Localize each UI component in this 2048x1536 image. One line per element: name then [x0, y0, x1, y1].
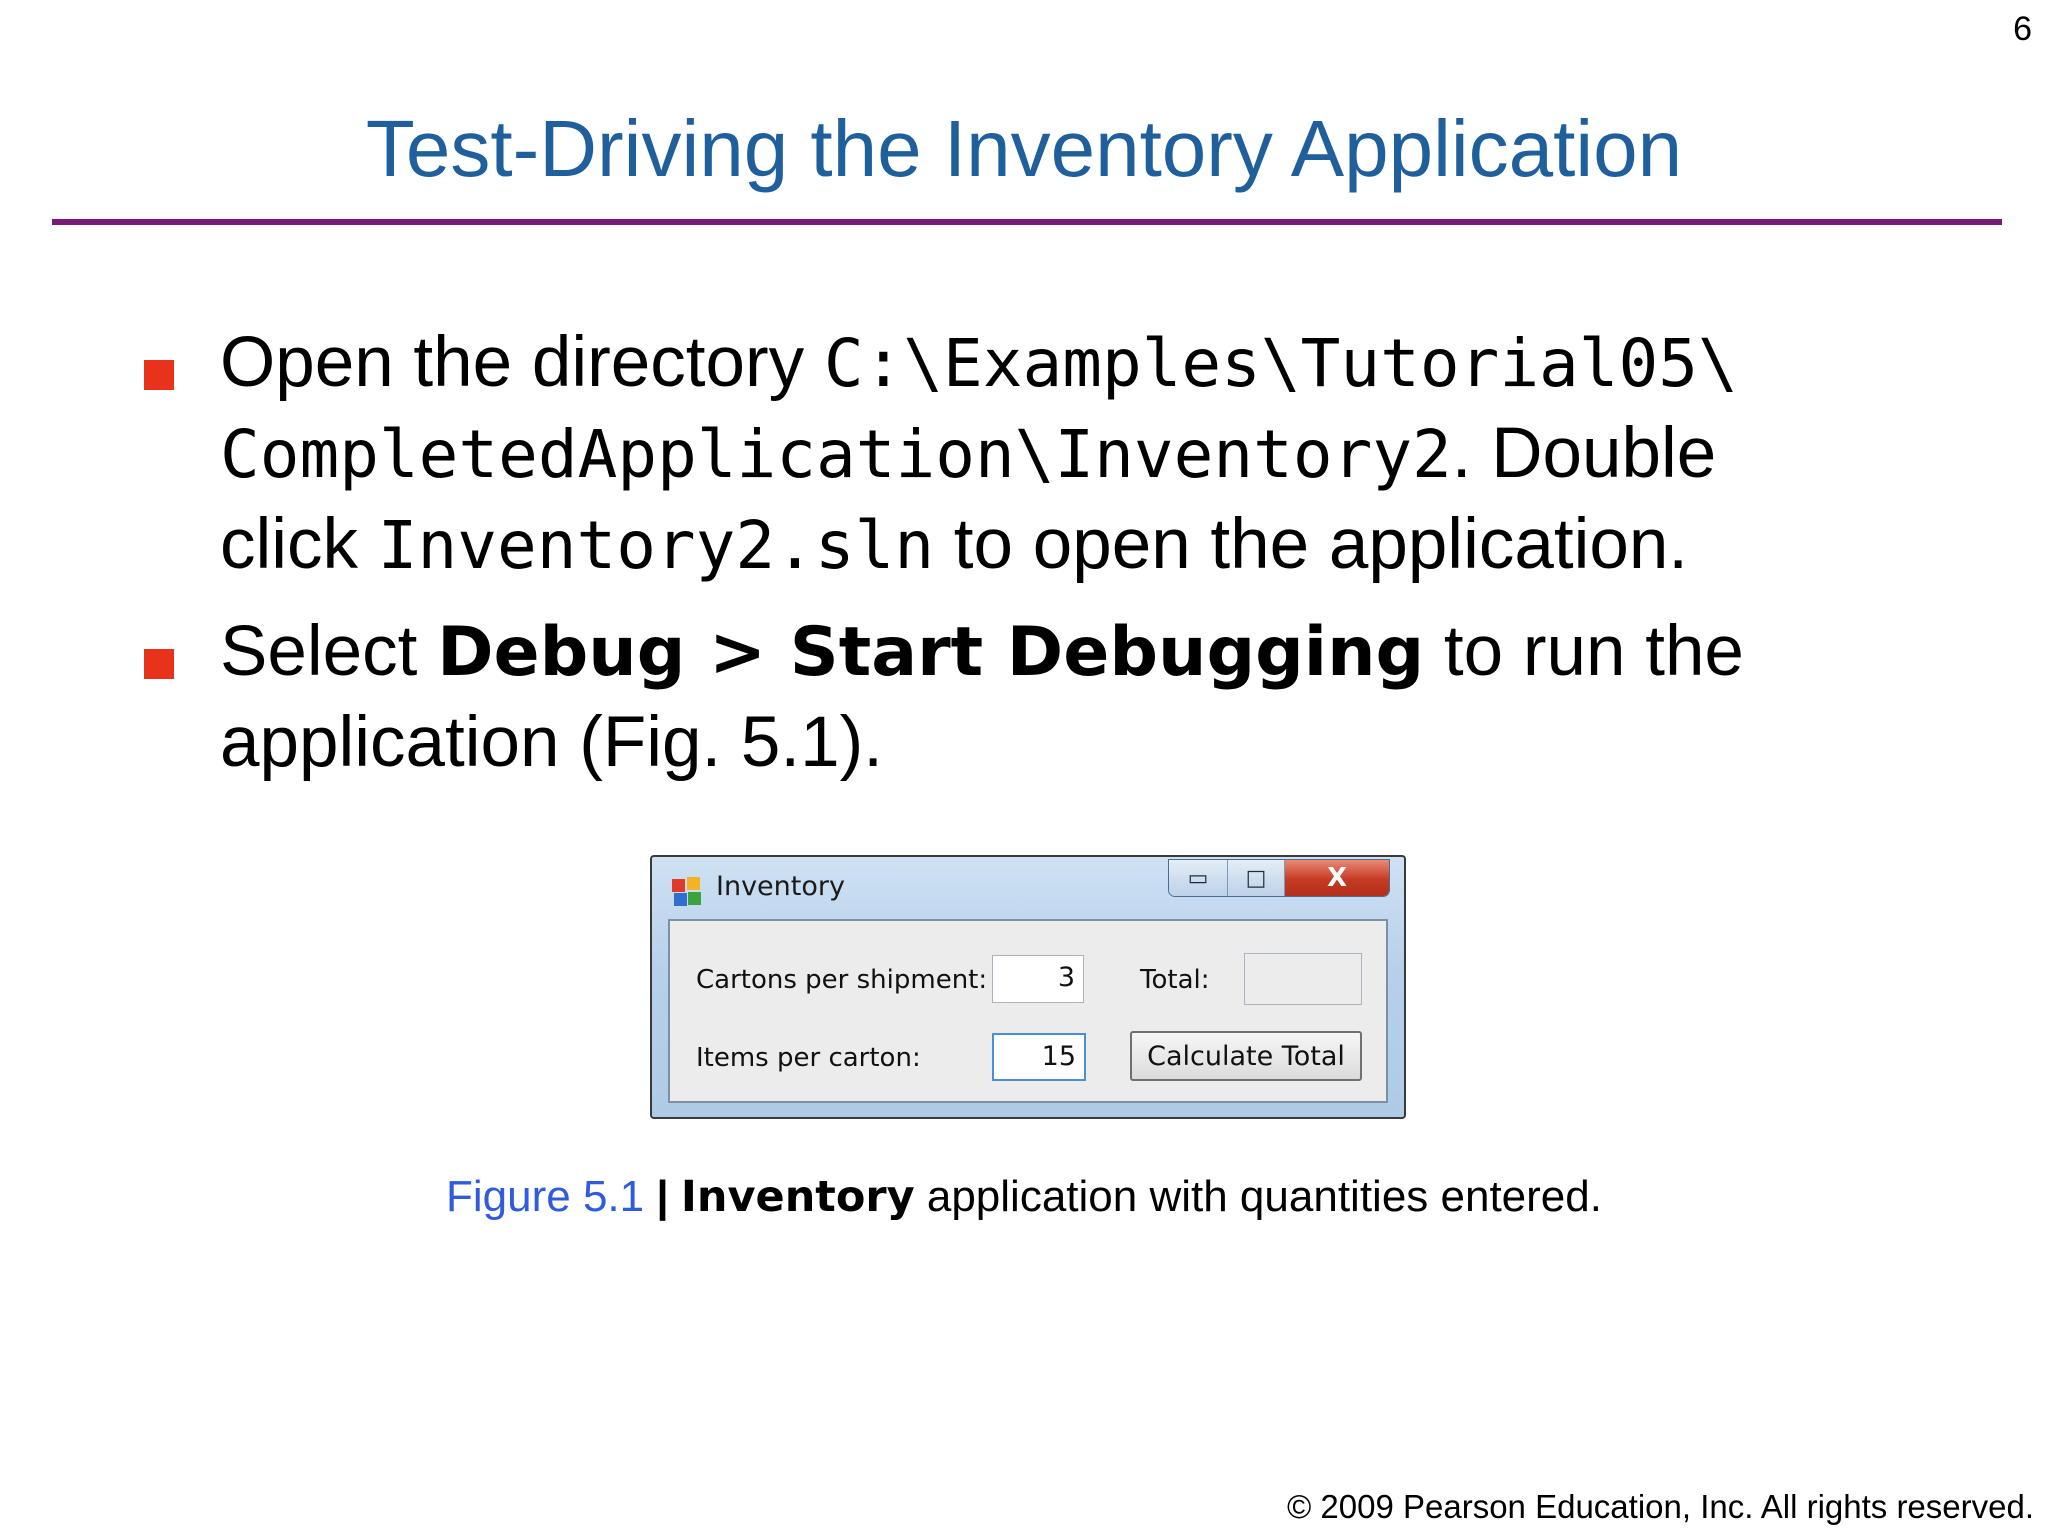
inventory-window-figure: Inventory ▭ □ X Cartons per shipment: 3 … [650, 855, 1406, 1119]
calculate-total-button[interactable]: Calculate Total [1130, 1031, 1362, 1081]
slide-title: Test-Driving the Inventory Application [365, 104, 1683, 193]
directory-path-code: C:\Examples\Tutorial05\ [823, 325, 1738, 402]
minimize-icon[interactable]: ▭ [1169, 860, 1228, 896]
maximize-icon[interactable]: □ [1228, 860, 1285, 896]
application-window-icon [672, 877, 702, 907]
caption-text: application with quantities entered. [914, 1172, 1602, 1221]
window-title: Inventory [716, 871, 845, 902]
items-input[interactable]: 15 [992, 1033, 1086, 1081]
figure-caption: Figure 5.1 | Inventory application with … [0, 1172, 2048, 1222]
page-number: 6 [2013, 10, 2032, 48]
window-controls: ▭ □ X [1168, 859, 1390, 897]
bullet-item-start-debugging: Select Debug > Start Debugging to run th… [140, 607, 1940, 788]
total-output [1244, 953, 1362, 1005]
bullet-text: to open the application. [934, 505, 1689, 584]
bullet-item-open-directory: Open the directory C:\Examples\Tutorial0… [140, 318, 1940, 591]
cartons-label: Cartons per shipment: [696, 965, 988, 995]
bullet-text: application (Fig. 5.1). [220, 703, 883, 782]
figure-label: Figure 5.1 [446, 1172, 645, 1221]
directory-path-code-continued: CompletedApplication\Inventory2 [220, 416, 1452, 493]
bullet-text: . Double [1451, 414, 1717, 493]
cartons-input[interactable]: 3 [992, 955, 1084, 1003]
title-divider [52, 219, 2002, 225]
window-client-area: Cartons per shipment: 3 Total: Items per… [668, 919, 1388, 1103]
copyright-footer: © 2009 Pearson Education, Inc. All right… [1286, 1488, 2034, 1525]
items-label: Items per carton: [696, 1043, 921, 1073]
bullet-list: Open the directory C:\Examples\Tutorial0… [140, 318, 1940, 804]
bullet-text: click [220, 505, 378, 584]
caption-separator: | [644, 1172, 681, 1221]
close-icon[interactable]: X [1285, 860, 1389, 896]
bullet-marker-icon [144, 360, 174, 390]
bullet-marker-icon [144, 649, 174, 679]
caption-app-name: Inventory [680, 1172, 915, 1222]
total-label: Total: [1140, 965, 1210, 995]
bullet-text: Open the directory [220, 323, 824, 402]
bullet-text: to run the [1424, 612, 1744, 691]
solution-file-code: Inventory2.sln [377, 507, 935, 584]
bullet-text: Select [220, 612, 438, 691]
menu-path-text: Debug > Start Debugging [437, 613, 1425, 692]
